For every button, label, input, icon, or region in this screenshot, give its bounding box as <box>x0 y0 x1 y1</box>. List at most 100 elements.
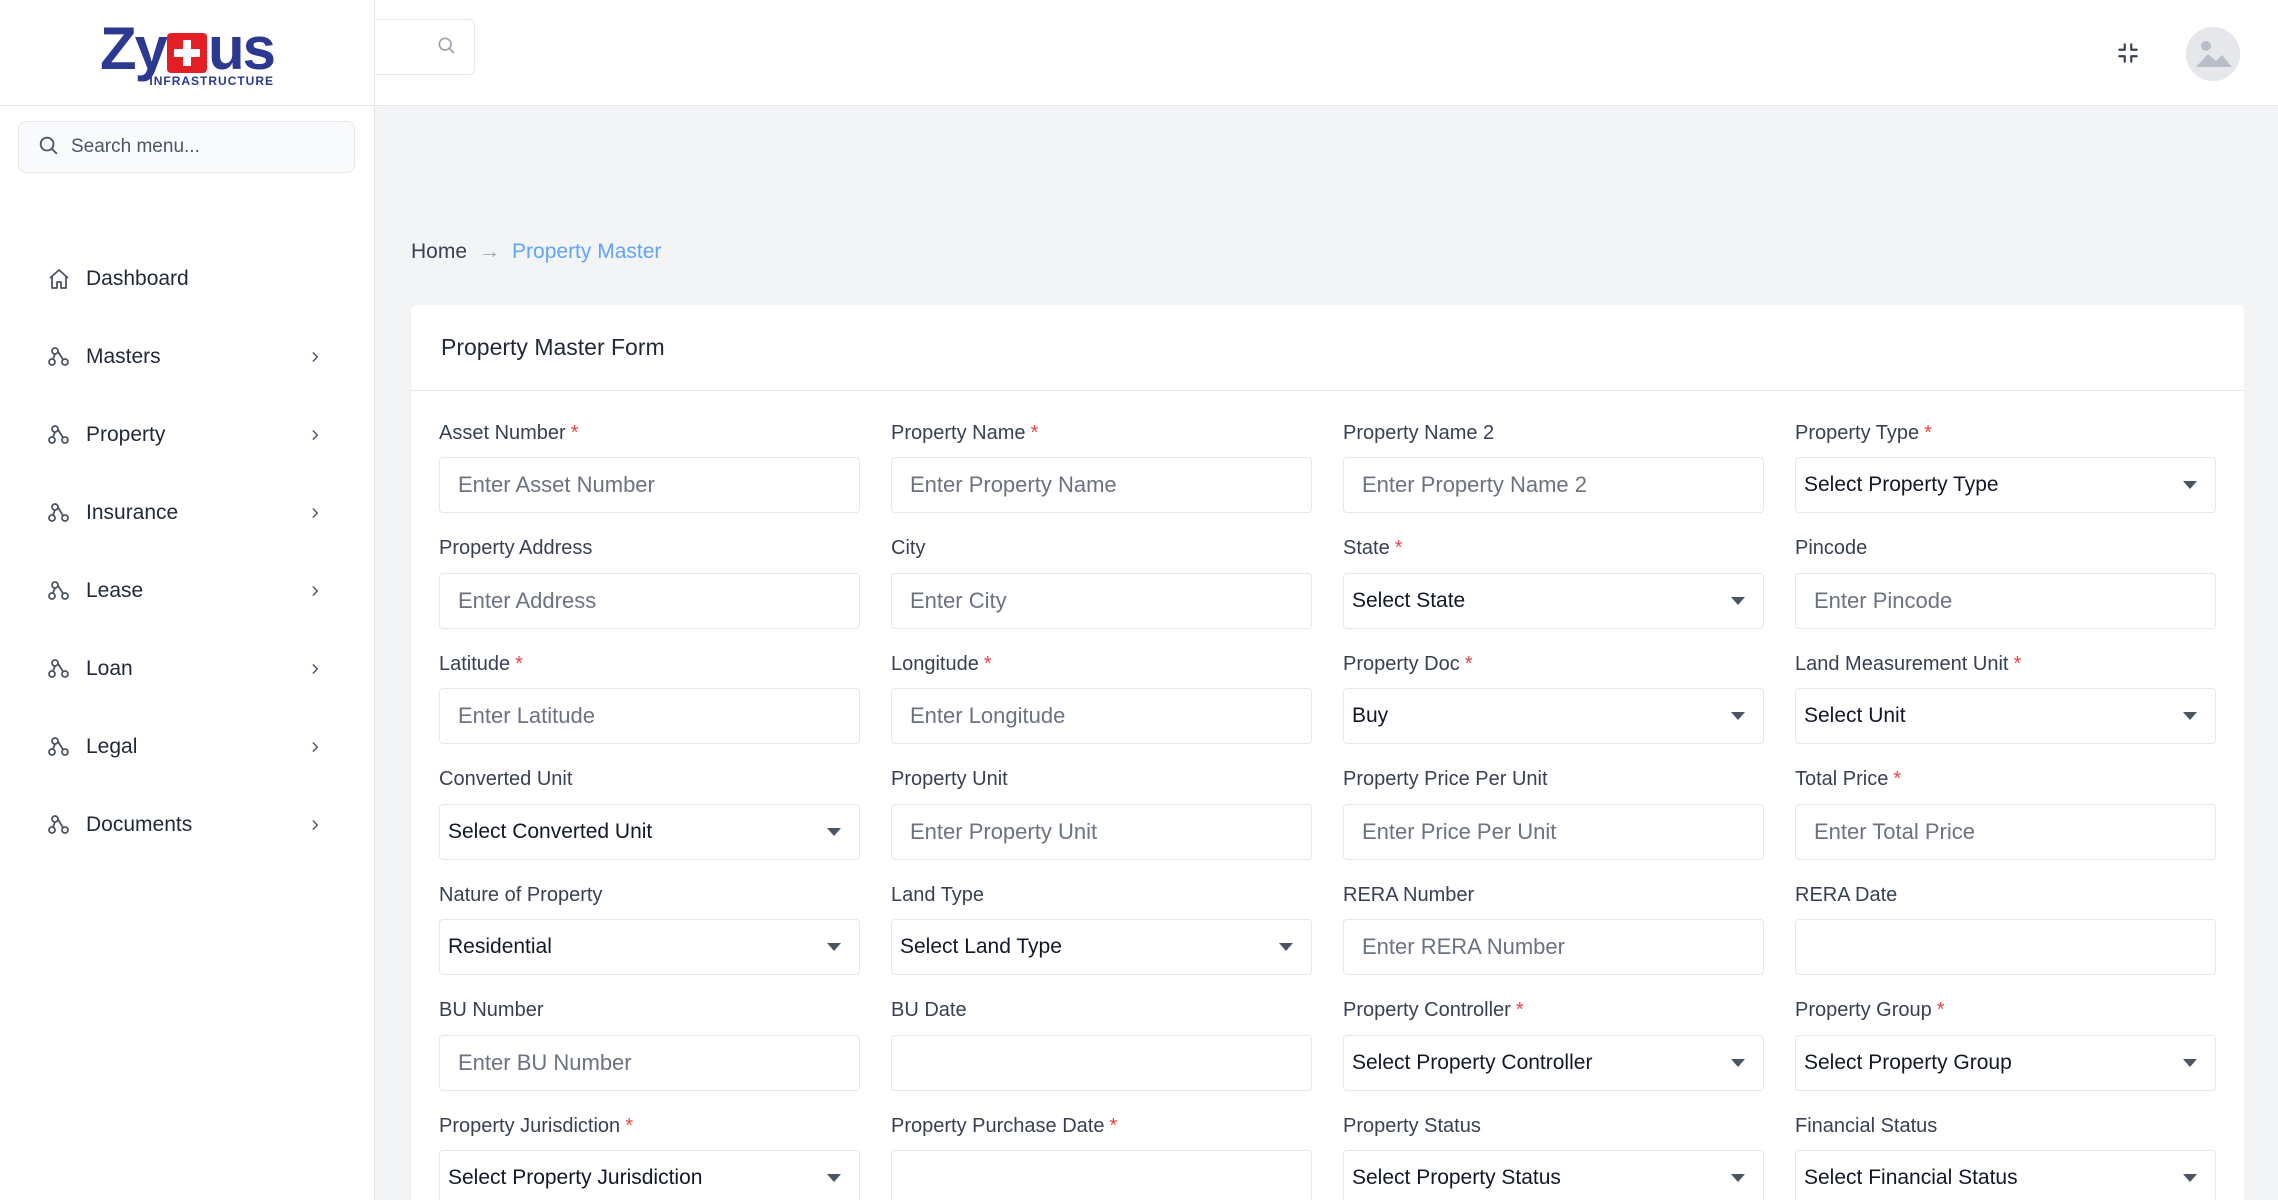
bu-date-input[interactable] <box>892 1035 1311 1090</box>
property-group-select[interactable]: Select Property Group <box>1795 1034 2216 1091</box>
property-unit-input[interactable] <box>892 804 1311 859</box>
breadcrumb-home[interactable]: Home <box>411 240 467 264</box>
property-price-per-unit-label: Property Price Per Unit <box>1343 768 1548 790</box>
sidebar-item-masters[interactable]: Masters <box>0 318 375 396</box>
city-input[interactable] <box>892 573 1311 628</box>
pincode-input[interactable] <box>1796 573 2215 628</box>
longitude-input[interactable] <box>892 689 1311 743</box>
caret-down-icon <box>827 1174 841 1182</box>
field-land-type: Land Type Select Land Type <box>891 882 1312 998</box>
nodes-icon <box>46 578 72 604</box>
required-marker: * <box>1515 999 1524 1021</box>
latitude-input[interactable] <box>440 689 859 743</box>
field-property-jurisdiction: Property Jurisdiction * Select Property Ju… <box>439 1113 860 1200</box>
property-price-per-unit-input[interactable] <box>1344 804 1763 859</box>
field-nature-of-property: Nature of Property Residential <box>439 882 860 998</box>
exit-fullscreen-icon[interactable] <box>2113 38 2143 68</box>
financial-status-label: Financial Status <box>1795 1114 1938 1137</box>
menu-search[interactable] <box>18 121 355 173</box>
total-price-input[interactable] <box>1796 804 2215 859</box>
property-address-label: Property Address <box>439 537 593 559</box>
chevron-right-icon <box>307 505 323 521</box>
field-property-name-2: Property Name 2 <box>1343 420 1764 536</box>
breadcrumb-separator: → <box>479 240 501 263</box>
property-doc-select[interactable]: Buy <box>1343 688 1764 744</box>
field-latitude: Latitude * <box>439 651 860 767</box>
sidebar-item-insurance[interactable]: Insurance <box>0 474 375 552</box>
property-jurisdiction-select[interactable]: Select Property Jurisdiction <box>439 1150 860 1200</box>
converted-unit-select[interactable]: Select Converted Unit <box>439 803 860 860</box>
property-name-control <box>891 457 1312 513</box>
property-unit-label: Property Unit <box>891 768 1008 790</box>
property-doc-label: Property Doc * <box>1343 652 1473 675</box>
required-marker: * <box>2013 652 2022 675</box>
property-address-control <box>439 572 860 629</box>
required-marker: * <box>1109 1114 1118 1137</box>
required-marker: * <box>515 652 523 675</box>
rera-date-label: RERA Date <box>1795 883 1898 906</box>
sidebar-item-loan[interactable]: Loan <box>0 630 375 708</box>
bu-date-label: BU Date <box>891 999 967 1021</box>
latitude-control <box>439 688 860 744</box>
field-property-address: Property Address <box>439 536 860 652</box>
total-price-control <box>1795 803 2216 860</box>
field-property-group: Property Group * Select Property Group <box>1795 998 2216 1114</box>
nature-of-property-select[interactable]: Residential <box>439 919 860 975</box>
nature-of-property-selected-value: Residential <box>448 935 552 958</box>
field-converted-unit: Converted Unit Select Converted Unit <box>439 767 860 883</box>
property-group-label: Property Group * <box>1795 999 1945 1021</box>
land-type-select[interactable]: Select Land Type <box>891 919 1312 975</box>
land-measurement-unit-label: Land Measurement Unit * <box>1795 652 2022 675</box>
caret-down-icon <box>1731 1174 1745 1182</box>
global-search[interactable] <box>375 19 475 75</box>
sidebar-item-label: Loan <box>86 657 133 680</box>
avatar[interactable] <box>2186 27 2240 81</box>
property-name-2-input[interactable] <box>1344 458 1763 512</box>
menu-search-input[interactable] <box>71 136 351 158</box>
form-title: Property Master Form <box>441 334 665 360</box>
nodes-icon <box>46 422 72 448</box>
sidebar-item-lease[interactable]: Lease <box>0 552 375 630</box>
property-type-selected-value: Select Property Type <box>1804 473 1999 496</box>
property-group-selected-value: Select Property Group <box>1804 1050 2012 1074</box>
field-longitude: Longitude * <box>891 651 1312 767</box>
rera-number-input[interactable] <box>1344 920 1763 974</box>
field-property-status: Property Status Select Property Status <box>1343 1113 1764 1200</box>
sidebar-item-documents[interactable]: Documents <box>0 786 375 864</box>
brand-subtitle: INFRASTRUCTURE <box>149 73 275 88</box>
asset-number-input[interactable] <box>440 458 859 512</box>
sidebar-item-property[interactable]: Property <box>0 396 375 474</box>
state-label: State * <box>1343 537 1403 559</box>
avatar-placeholder-icon <box>2186 27 2240 81</box>
required-marker: * <box>625 1114 633 1137</box>
property-purchase-date-input[interactable] <box>892 1151 1311 1200</box>
land-measurement-unit-select[interactable]: Select Unit <box>1795 688 2216 744</box>
rera-date-input[interactable] <box>1796 920 2215 974</box>
property-status-select[interactable]: Select Property Status <box>1343 1150 1764 1200</box>
land-type-label: Land Type <box>891 883 985 906</box>
financial-status-select[interactable]: Select Financial Status <box>1795 1150 2216 1200</box>
caret-down-icon <box>827 827 841 836</box>
medical-cross-icon <box>167 32 207 73</box>
sidebar-item-legal[interactable]: Legal <box>0 708 375 786</box>
field-property-doc: Property Doc * Buy <box>1343 651 1764 767</box>
property-controller-select[interactable]: Select Property Controller <box>1343 1034 1764 1091</box>
bu-number-input[interactable] <box>440 1035 859 1090</box>
caret-down-icon <box>827 943 841 951</box>
global-search-input[interactable] <box>375 20 445 74</box>
property-address-input[interactable] <box>440 573 859 628</box>
property-name-input[interactable] <box>892 458 1311 512</box>
property-type-select[interactable]: Select Property Type <box>1795 457 2216 513</box>
required-marker: * <box>1893 768 1902 790</box>
brand-logo[interactable]: Zy us INFRASTRUCTURE <box>100 18 276 88</box>
sidebar-item-label: Lease <box>86 579 144 602</box>
property-doc-selected-value: Buy <box>1352 704 1389 727</box>
field-property-name: Property Name * <box>891 420 1312 536</box>
caret-down-icon <box>2183 481 2197 489</box>
bu-date-control <box>891 1034 1312 1091</box>
sidebar-item-dashboard[interactable]: Dashboard <box>0 240 375 318</box>
field-financial-status: Financial Status Select Financial Status <box>1795 1113 2216 1200</box>
caret-down-icon <box>2183 1058 2197 1067</box>
sidebar-item-label: Property <box>86 423 166 446</box>
state-select[interactable]: Select State <box>1343 572 1764 629</box>
